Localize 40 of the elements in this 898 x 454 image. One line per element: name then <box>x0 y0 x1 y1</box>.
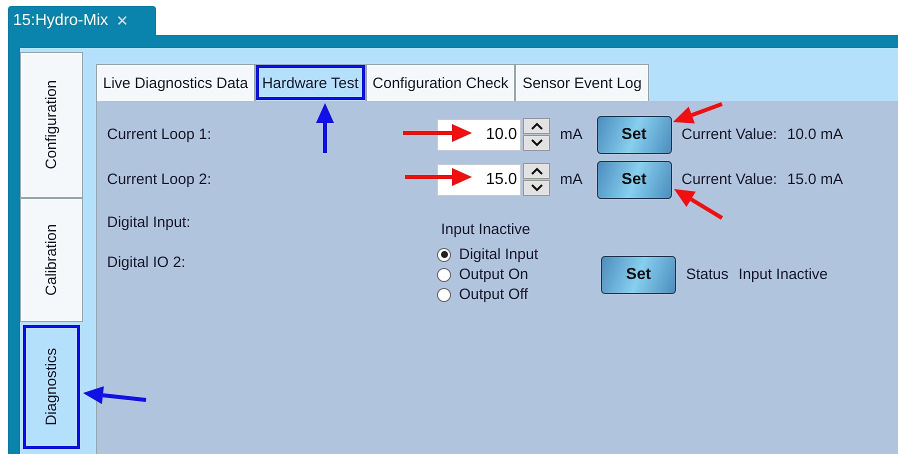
number-field[interactable]: 10.0 <box>437 118 521 150</box>
status-value: Input Inactive <box>738 266 828 283</box>
tab[interactable]: Configuration Check <box>366 64 516 101</box>
spin-up-button[interactable] <box>523 118 550 134</box>
side-tab[interactable]: Calibration <box>20 198 83 322</box>
radio-button[interactable] <box>437 288 451 302</box>
spin-down-button[interactable] <box>523 180 550 196</box>
field-label: Digital Input: <box>107 214 192 231</box>
side-tab[interactable]: Configuration <box>20 52 83 198</box>
field-label: Current Loop 2: <box>107 171 212 188</box>
unit-label: mA <box>560 126 582 143</box>
set-button[interactable]: Set <box>596 160 672 198</box>
radio-button[interactable] <box>437 248 451 262</box>
status-text: Input Inactive <box>441 221 532 238</box>
document-tab[interactable]: 15:Hydro-Mix ✕ <box>8 6 156 35</box>
radio-label[interactable]: Output Off <box>459 286 528 303</box>
radio-button[interactable] <box>437 268 451 282</box>
tab[interactable]: Sensor Event Log <box>515 64 649 101</box>
spin-up-button[interactable] <box>523 163 550 179</box>
chevron-down-icon <box>530 139 542 147</box>
status-label: Status <box>686 266 729 283</box>
radio-label[interactable]: Output On <box>459 266 528 283</box>
tab[interactable]: Live Diagnostics Data <box>96 64 256 101</box>
spin-down-button[interactable] <box>523 135 550 151</box>
current-value: 15.0 mA <box>787 171 843 188</box>
unit-label: mA <box>560 171 582 188</box>
current-value-label: Current Value: <box>682 126 778 143</box>
field-label: Digital IO 2: <box>107 254 186 271</box>
field-label: Current Loop 1: <box>107 126 212 143</box>
current-value: 10.0 mA <box>787 126 843 143</box>
chevron-down-icon <box>530 184 542 192</box>
current-value-label: Current Value: <box>682 171 778 188</box>
chevron-up-icon <box>530 122 542 130</box>
set-button[interactable]: Set <box>596 116 672 154</box>
tab[interactable]: Hardware Test <box>255 64 366 101</box>
number-field[interactable]: 15.0 <box>437 164 521 196</box>
side-tab[interactable]: Diagnostics <box>20 322 83 452</box>
chevron-up-icon <box>530 167 542 175</box>
set-button[interactable]: Set <box>601 256 676 294</box>
radio-label[interactable]: Digital Input <box>459 246 538 263</box>
